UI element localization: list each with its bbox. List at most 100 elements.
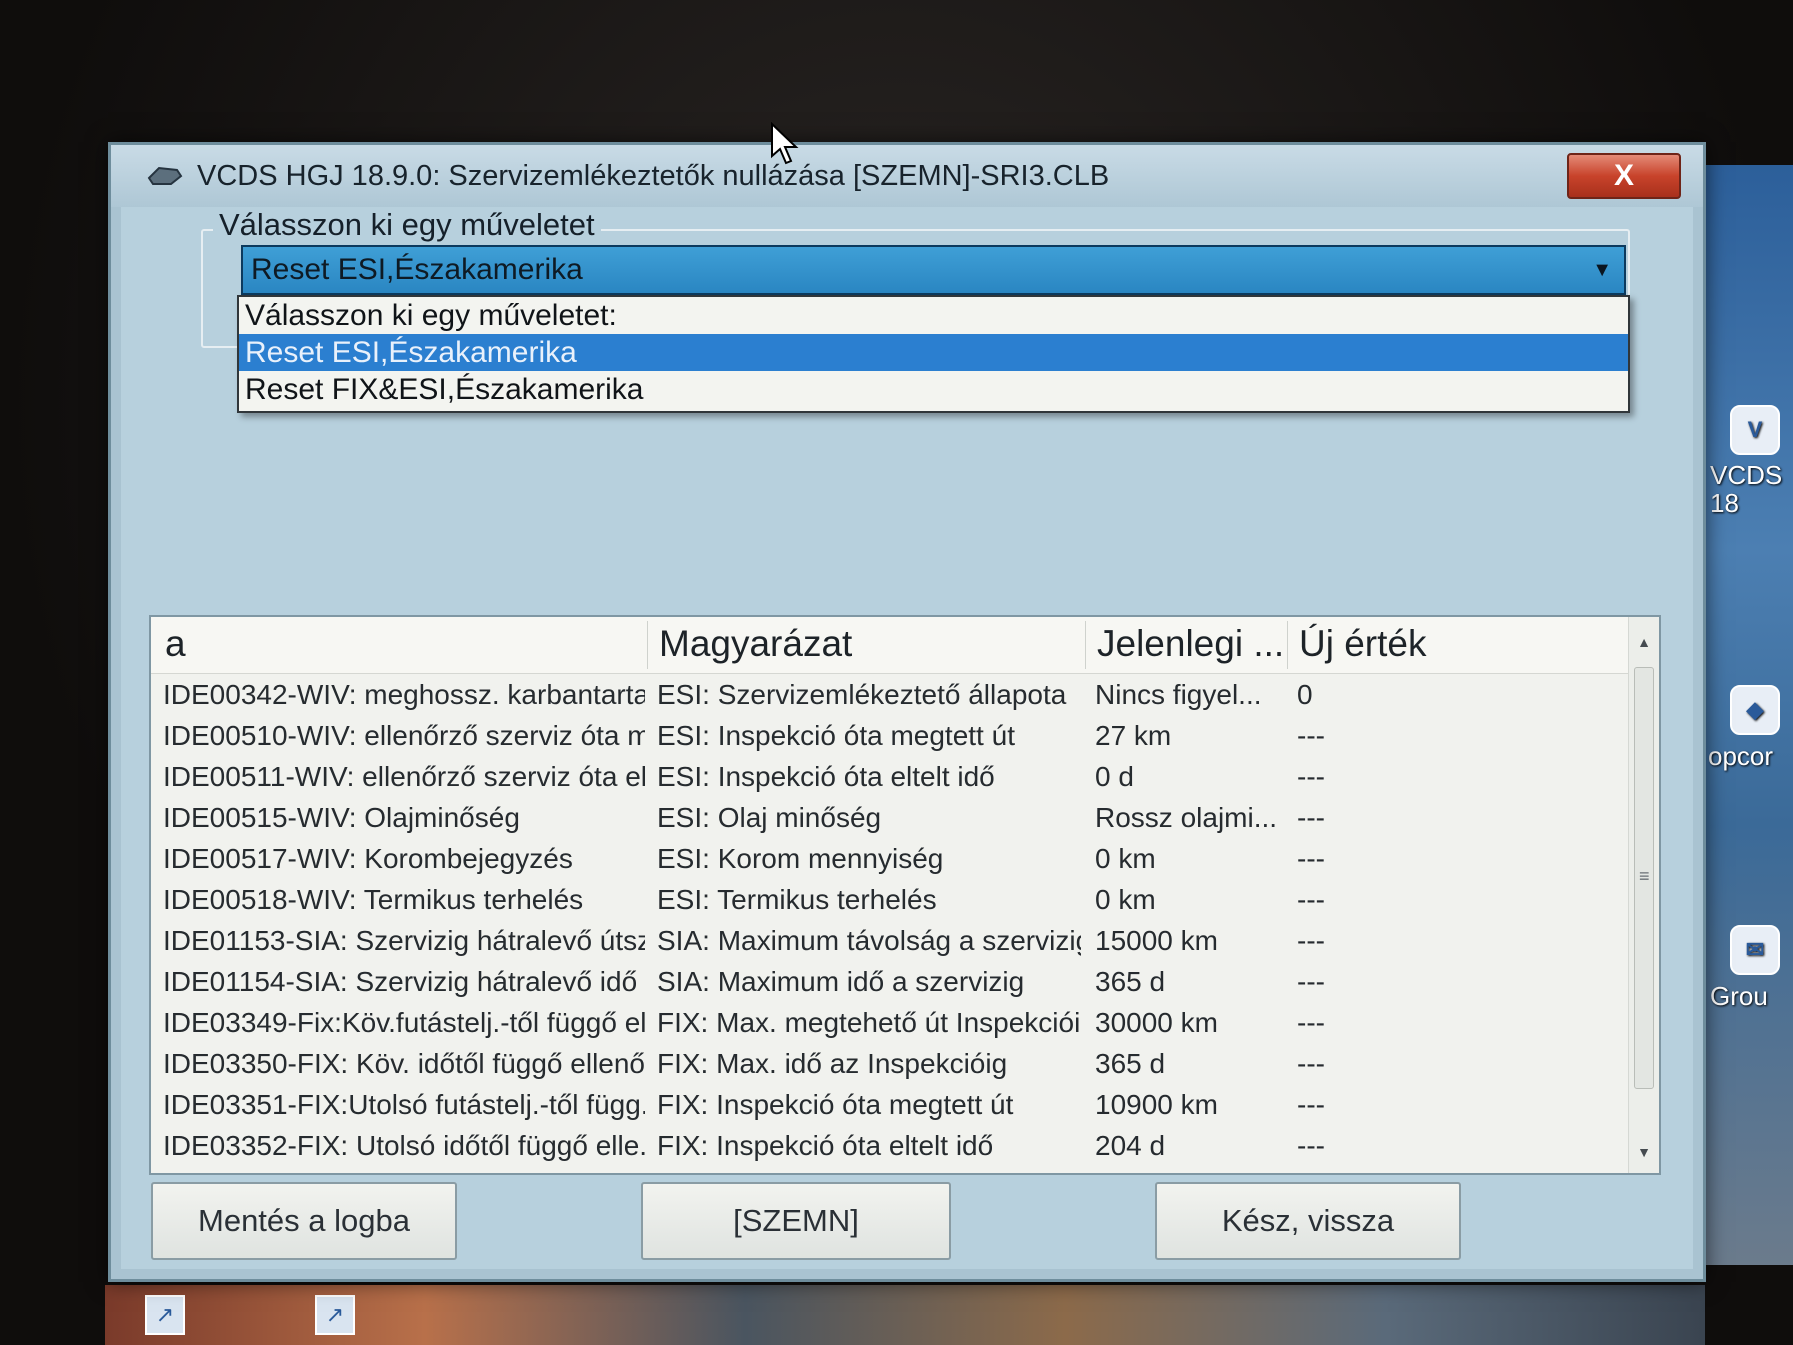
desktop-shortcut-group[interactable]: ✉ Grou bbox=[1710, 925, 1790, 1012]
cell-id: IDE00342-WIV: meghossz. karbantarta... bbox=[163, 679, 645, 710]
close-button[interactable]: X bbox=[1567, 153, 1681, 199]
table-row[interactable]: IDE00342-WIV: meghossz. karbantarta... ES… bbox=[151, 677, 1631, 717]
cell-current-value: 0 km bbox=[1095, 884, 1156, 915]
table-row[interactable]: IDE00511-WIV: ellenőrző szerviz óta elt.… bbox=[151, 759, 1631, 799]
mouse-pointer-icon bbox=[771, 122, 799, 165]
table-row[interactable]: IDE00517-WIV: Korombejegyzés ESI: Korom m… bbox=[151, 841, 1631, 881]
desktop-shortcut-label: opcor bbox=[1708, 741, 1774, 771]
vcds-dialog: VCDS HGJ 18.9.0: Szervizemlékeztetők nul… bbox=[108, 142, 1706, 1282]
dropdown-option-reset-fix-esi[interactable]: Reset FIX&ESI,Északamerika bbox=[239, 371, 1628, 408]
cell-new-value: 0 bbox=[1297, 679, 1313, 710]
operation-group-label: Válasszon ki egy műveletet bbox=[213, 207, 601, 243]
cell-id: IDE03350-FIX: Köv. időtől függő ellenőr.… bbox=[163, 1048, 645, 1079]
cell-current-value: 365 d bbox=[1095, 966, 1166, 997]
desktop-shortcut-label: VCDS 18 bbox=[1710, 460, 1783, 518]
cell-description: ESI: Termikus terhelés bbox=[657, 884, 937, 915]
table-row[interactable]: IDE03352-FIX: Utolsó időtől függő elle..… bbox=[151, 1128, 1631, 1168]
table-row[interactable]: IDE00515-WIV: Olajminőség ESI: Olaj minős… bbox=[151, 800, 1631, 840]
close-icon: X bbox=[1613, 159, 1634, 192]
adaptation-table: a Magyarázat Jelenlegi ... Új érték IDE0… bbox=[149, 615, 1661, 1175]
shortcut-arrow-icon[interactable]: ↗ bbox=[315, 1295, 355, 1335]
cell-description: ESI: Szervizemlékeztető állapota bbox=[657, 679, 1067, 710]
desktop-background: V VCDS 18 ◆ opcor ✉ Grou bbox=[1700, 165, 1793, 1265]
cell-id: IDE00517-WIV: Korombejegyzés bbox=[163, 843, 573, 874]
done-back-button-label: Kész, vissza bbox=[1221, 1203, 1395, 1238]
done-back-button[interactable]: Kész, vissza bbox=[1155, 1182, 1461, 1260]
operation-dropdown-list: Válasszon ki egy műveletet: Reset ESI,És… bbox=[237, 295, 1630, 413]
cell-id: IDE00515-WIV: Olajminőség bbox=[163, 802, 520, 833]
group-icon: ✉ bbox=[1730, 925, 1780, 975]
desktop-shortcut-vcds[interactable]: V VCDS 18 bbox=[1710, 405, 1790, 517]
cell-id: IDE03352-FIX: Utolsó időtől függő elle..… bbox=[163, 1130, 645, 1161]
cell-new-value: --- bbox=[1297, 1007, 1325, 1038]
cell-current-value: 10900 km bbox=[1095, 1089, 1218, 1120]
cell-description: ESI: Olaj minőség bbox=[657, 802, 882, 833]
cell-current-value: 27 km bbox=[1095, 720, 1172, 751]
table-row[interactable]: IDE03349-Fix:Köv.futástelj.-től függő el… bbox=[151, 1005, 1631, 1045]
cell-description: SIA: Maximum idő a szervizig bbox=[657, 966, 1025, 997]
desktop-shortcut-label: Grou bbox=[1710, 981, 1768, 1011]
szemn-button-label: [SZEMN] bbox=[733, 1203, 859, 1238]
screen: V VCDS 18 ◆ opcor ✉ Grou ↗ ↗ VCDS HGJ 18… bbox=[0, 0, 1793, 1345]
table-row[interactable]: IDE01154-SIA: Szervizig hátralevő idő ..… bbox=[151, 964, 1631, 1004]
cell-description: SIA: Maximum távolság a szervizig bbox=[657, 925, 1081, 956]
cell-id: IDE03349-Fix:Köv.futástelj.-től függő el… bbox=[163, 1007, 645, 1038]
column-divider[interactable] bbox=[647, 621, 648, 669]
desktop-shortcut-opcor[interactable]: ◆ opcor bbox=[1708, 685, 1790, 772]
column-header-current[interactable]: Jelenlegi ... bbox=[1097, 623, 1284, 665]
vcds-icon: V bbox=[1730, 405, 1780, 455]
cell-new-value: --- bbox=[1297, 1048, 1325, 1079]
title-bar[interactable]: VCDS HGJ 18.9.0: Szervizemlékeztetők nul… bbox=[111, 145, 1703, 207]
table-row[interactable]: IDE00518-WIV: Termikus terhelés ESI: Term… bbox=[151, 882, 1631, 922]
column-header-description[interactable]: Magyarázat bbox=[659, 623, 852, 665]
cell-new-value: --- bbox=[1297, 761, 1325, 792]
dropdown-option-reset-esi[interactable]: Reset ESI,Északamerika bbox=[239, 334, 1628, 371]
cell-id: IDE01153-SIA: Szervizig hátralevő útsz..… bbox=[163, 925, 645, 956]
column-header-id[interactable]: a bbox=[165, 623, 186, 665]
cell-current-value: Rossz olajmi... bbox=[1095, 802, 1278, 833]
vcds-app-icon bbox=[147, 164, 183, 188]
scroll-down-arrow-icon[interactable]: ▼ bbox=[1629, 1137, 1659, 1167]
cell-description: ESI: Korom mennyiség bbox=[657, 843, 944, 874]
cell-current-value: 0 km bbox=[1095, 843, 1156, 874]
cell-new-value: --- bbox=[1297, 966, 1325, 997]
cell-id: IDE00510-WIV: ellenőrző szerviz óta m... bbox=[163, 720, 645, 751]
save-log-button-label: Mentés a logba bbox=[198, 1203, 410, 1238]
cell-current-value: 0 d bbox=[1095, 761, 1134, 792]
cell-current-value: 365 d bbox=[1095, 1048, 1166, 1079]
cell-current-value: Nincs figyel... bbox=[1095, 679, 1262, 710]
chevron-down-icon[interactable]: ▼ bbox=[1592, 259, 1612, 282]
vertical-scrollbar[interactable]: ▲ ≡ ▼ bbox=[1628, 617, 1659, 1173]
column-header-new-value[interactable]: Új érték bbox=[1299, 623, 1426, 665]
scrollbar-thumb[interactable]: ≡ bbox=[1634, 667, 1654, 1089]
cell-new-value: --- bbox=[1297, 1089, 1325, 1120]
table-row[interactable]: IDE03351-FIX:Utolsó futástelj.-től függ.… bbox=[151, 1087, 1631, 1127]
shortcut-arrow-icon[interactable]: ↗ bbox=[145, 1295, 185, 1335]
column-divider[interactable] bbox=[1287, 621, 1288, 669]
cell-new-value: --- bbox=[1297, 884, 1325, 915]
cell-new-value: --- bbox=[1297, 802, 1325, 833]
cell-current-value: 30000 km bbox=[1095, 1007, 1218, 1038]
cell-id: IDE01154-SIA: Szervizig hátralevő idő ..… bbox=[163, 966, 645, 997]
cell-id: IDE03351-FIX:Utolsó futástelj.-től függ.… bbox=[163, 1089, 645, 1120]
cell-description: FIX: Inspekció óta megtett út bbox=[657, 1089, 1014, 1120]
operation-select[interactable]: Reset ESI,Északamerika ▼ bbox=[241, 245, 1626, 295]
scroll-up-arrow-icon[interactable]: ▲ bbox=[1629, 627, 1659, 657]
app-icon: ◆ bbox=[1730, 685, 1780, 735]
save-log-button[interactable]: Mentés a logba bbox=[151, 1182, 457, 1260]
cell-description: FIX: Inspekció óta eltelt idő bbox=[657, 1130, 994, 1161]
table-row[interactable]: IDE03350-FIX: Köv. időtől függő ellenőr.… bbox=[151, 1046, 1631, 1086]
column-divider[interactable] bbox=[1085, 621, 1086, 669]
taskbar: ↗ ↗ bbox=[105, 1285, 1705, 1345]
cell-new-value: --- bbox=[1297, 925, 1325, 956]
szemn-button[interactable]: [SZEMN] bbox=[641, 1182, 951, 1260]
table-row[interactable]: IDE01153-SIA: Szervizig hátralevő útsz..… bbox=[151, 923, 1631, 963]
dropdown-option-placeholder[interactable]: Válasszon ki egy műveletet: bbox=[239, 297, 1628, 334]
cell-new-value: --- bbox=[1297, 720, 1325, 751]
grip-icon: ≡ bbox=[1639, 866, 1650, 886]
cell-current-value: 15000 km bbox=[1095, 925, 1218, 956]
cell-id: IDE00518-WIV: Termikus terhelés bbox=[163, 884, 584, 915]
table-row[interactable]: IDE00510-WIV: ellenőrző szerviz óta m...… bbox=[151, 718, 1631, 758]
cell-new-value: --- bbox=[1297, 1130, 1325, 1161]
cell-description: FIX: Max. megtehető út Inspekcióig bbox=[657, 1007, 1081, 1038]
